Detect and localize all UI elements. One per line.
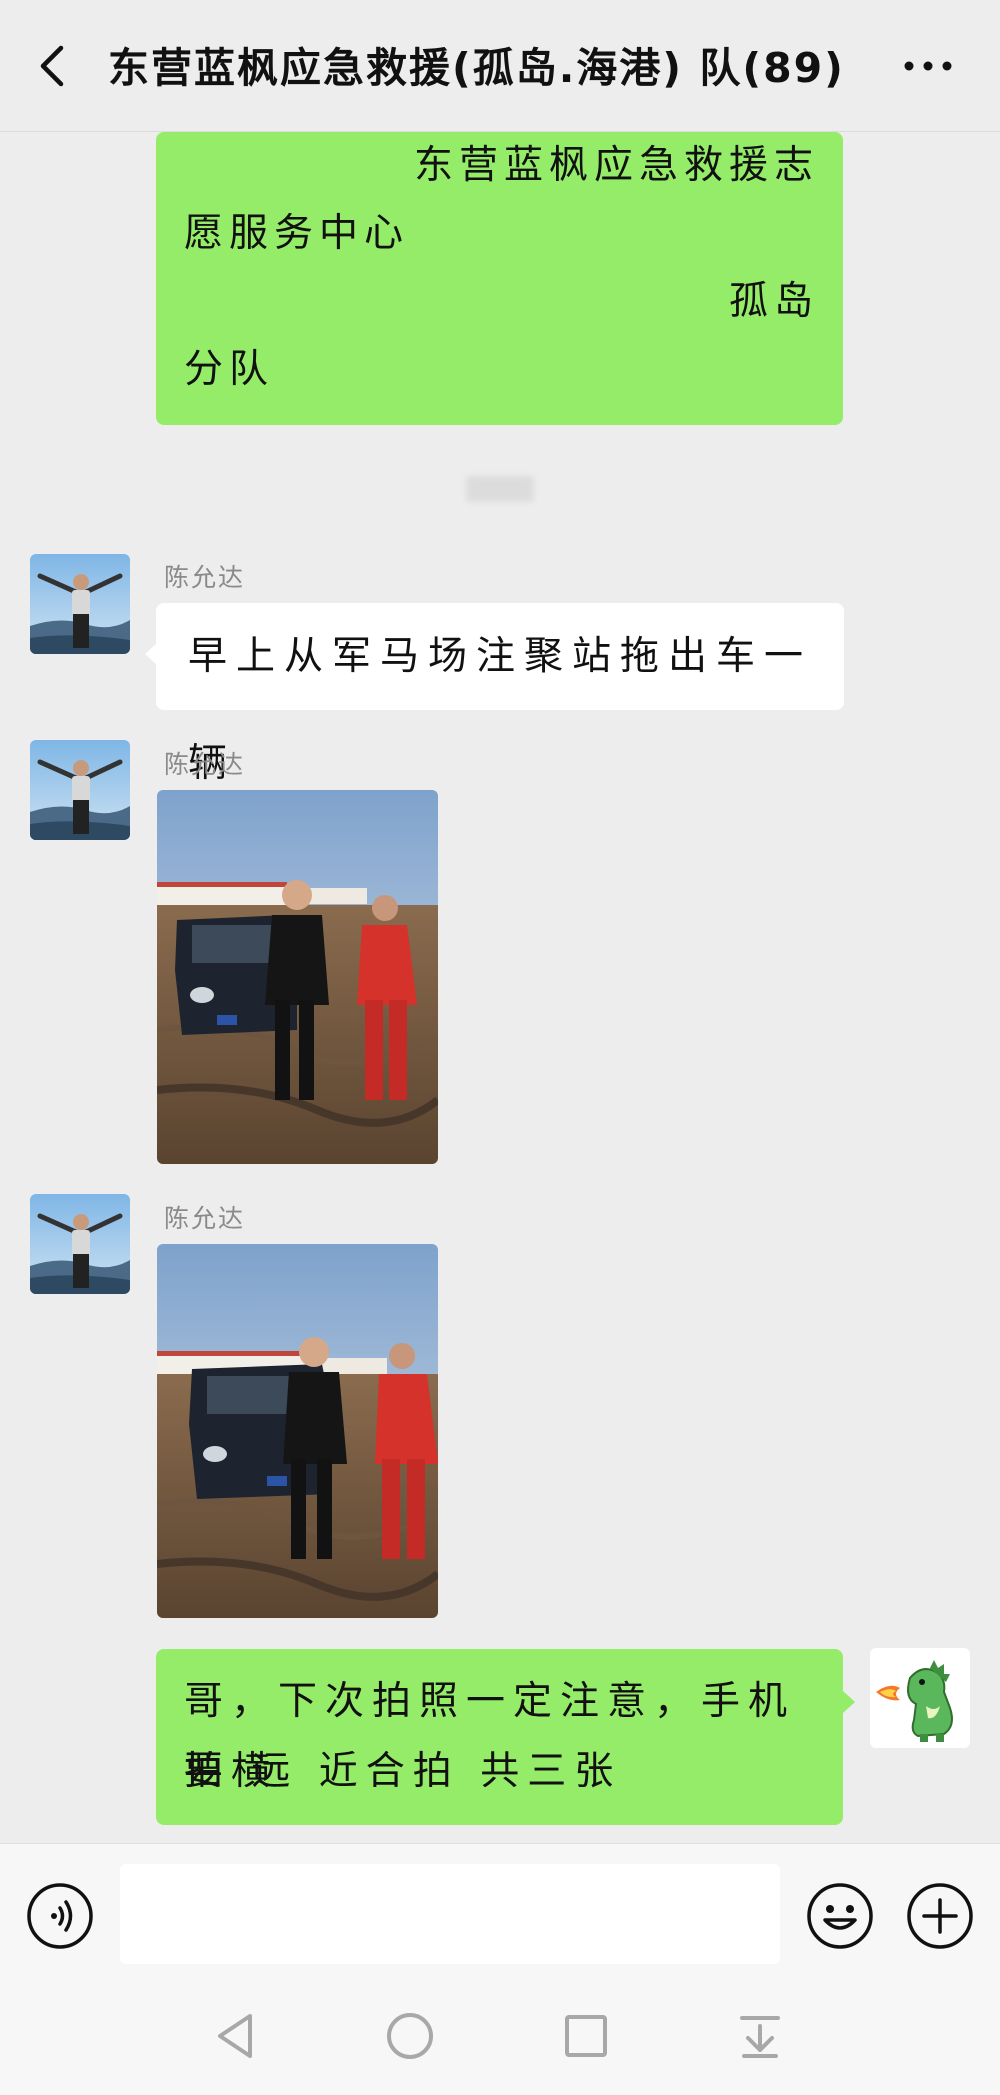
more-dots-icon bbox=[904, 61, 952, 71]
nav-notifications-icon bbox=[740, 2016, 780, 2058]
nav-notifications-button[interactable] bbox=[730, 2006, 790, 2066]
my-message-bubble[interactable]: 东营蓝枫应急救援志 愿服务中心 孤岛 分队 bbox=[156, 132, 843, 425]
sender-avatar[interactable] bbox=[30, 740, 130, 840]
photo-image bbox=[157, 790, 438, 1164]
emoji-button[interactable] bbox=[806, 1882, 874, 1950]
back-button[interactable] bbox=[22, 36, 82, 96]
nav-recents-icon bbox=[565, 2015, 607, 2057]
my-message-bubble[interactable]: 哥，下次拍照一定注意，手机要横 拍 远 近合拍 共三张 bbox=[156, 1649, 843, 1825]
sender-avatar[interactable] bbox=[30, 1194, 130, 1294]
message-input[interactable] bbox=[120, 1864, 780, 1964]
photo-message[interactable] bbox=[157, 790, 438, 1164]
emoji-icon bbox=[807, 1883, 873, 1949]
message-line: 孤岛 bbox=[728, 279, 819, 324]
more-functions-button[interactable] bbox=[906, 1882, 974, 1950]
avatar-image bbox=[30, 1194, 130, 1294]
nav-home-button[interactable] bbox=[380, 2006, 440, 2066]
my-avatar[interactable] bbox=[870, 1648, 970, 1748]
sender-name: 陈允达 bbox=[164, 750, 246, 779]
blurred-timestamp bbox=[466, 476, 534, 502]
nav-recents-button[interactable] bbox=[556, 2006, 616, 2066]
nav-back-button[interactable] bbox=[206, 2006, 266, 2066]
chevron-left-icon bbox=[40, 45, 64, 87]
chat-title: 东营蓝枫应急救援(孤岛.海港) 队(89) bbox=[108, 44, 845, 92]
nav-home-icon bbox=[387, 2013, 433, 2059]
bubble-tail bbox=[843, 1691, 855, 1713]
chat-header: 东营蓝枫应急救援(孤岛.海港) 队(89) bbox=[0, 0, 1000, 132]
sender-name: 陈允达 bbox=[164, 1204, 246, 1233]
system-navigation-bar bbox=[0, 1978, 1000, 2095]
received-message-bubble[interactable]: 早上从军马场注聚站拖出车一辆 bbox=[156, 603, 844, 786]
message-line: 东营蓝枫应急救援志 bbox=[413, 143, 819, 188]
message-line: 哥，下次拍照一定注意，手机要横 bbox=[184, 1679, 796, 1794]
avatar-image bbox=[30, 554, 130, 654]
voice-button[interactable] bbox=[26, 1882, 94, 1950]
message-line: 拍 远 近合拍 共三张 bbox=[184, 1749, 622, 1794]
nav-back-icon bbox=[218, 2014, 252, 2058]
message-line: 愿服务中心 bbox=[184, 211, 410, 256]
voice-icon bbox=[27, 1883, 93, 1949]
input-bar bbox=[0, 1843, 1000, 1978]
more-button[interactable] bbox=[888, 36, 968, 96]
sender-avatar[interactable] bbox=[30, 554, 130, 654]
message-line: 分队 bbox=[184, 347, 275, 392]
avatar-image bbox=[30, 740, 130, 840]
photo-message[interactable] bbox=[157, 1244, 438, 1618]
photo-image bbox=[157, 1244, 438, 1618]
dinosaur-avatar-icon bbox=[876, 1660, 953, 1742]
plus-icon bbox=[907, 1883, 973, 1949]
sender-name: 陈允达 bbox=[164, 563, 246, 592]
